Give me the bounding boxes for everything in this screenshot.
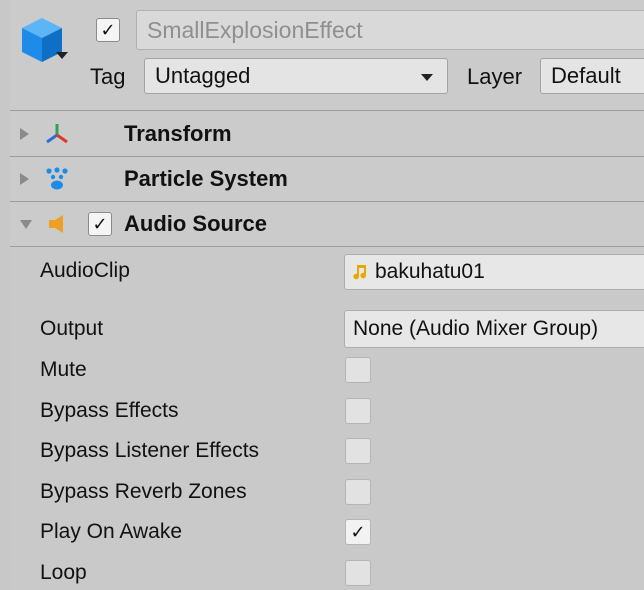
play-on-awake-label: Play On Awake <box>40 520 183 543</box>
gameobject-name-input[interactable]: SmallExplosionEffect <box>136 10 644 50</box>
mute-label: Mute <box>40 358 87 381</box>
component-title: Transform <box>124 121 232 146</box>
foldout-arrow-icon[interactable] <box>20 220 32 229</box>
output-field[interactable]: None (Audio Mixer Group) <box>344 310 644 348</box>
bypass-reverb-zones-label: Bypass Reverb Zones <box>40 480 247 503</box>
bypass-listener-effects-label: Bypass Listener Effects <box>40 439 260 462</box>
foldout-arrow-icon[interactable] <box>20 173 29 185</box>
output-value: None (Audio Mixer Group) <box>353 317 599 340</box>
bypass-reverb-zones-checkbox[interactable] <box>345 479 371 505</box>
tag-label: Tag <box>90 64 126 89</box>
active-checkbox[interactable]: ✓ <box>96 18 120 42</box>
gameobject-header: ✓ SmallExplosionEffect Tag Untagged Laye… <box>10 0 644 111</box>
audioclip-field[interactable]: bakuhatu01 <box>344 254 644 290</box>
audio-source-enabled-checkbox[interactable]: ✓ <box>88 212 112 236</box>
audio-clip-icon <box>353 265 366 280</box>
component-transform[interactable]: Transform <box>10 112 644 157</box>
transform-icon <box>46 124 68 144</box>
foldout-arrow-icon[interactable] <box>20 128 29 140</box>
layer-value: Default <box>551 63 621 88</box>
tag-dropdown[interactable]: Untagged <box>144 58 448 94</box>
particle-system-icon <box>46 167 68 190</box>
component-particle-system[interactable]: Particle System <box>10 157 644 202</box>
tag-value: Untagged <box>155 63 251 88</box>
audioclip-value: bakuhatu01 <box>375 260 485 283</box>
component-title: Audio Source <box>124 211 268 236</box>
audioclip-label: AudioClip <box>40 259 130 282</box>
audio-source-icon <box>49 215 63 233</box>
component-title: Particle System <box>124 166 288 191</box>
mute-checkbox[interactable] <box>345 357 371 383</box>
bypass-effects-checkbox[interactable] <box>345 398 371 424</box>
chevron-down-icon[interactable] <box>56 52 68 59</box>
play-on-awake-checkbox[interactable]: ✓ <box>345 519 371 545</box>
bypass-effects-label: Bypass Effects <box>40 399 179 422</box>
loop-checkbox[interactable] <box>345 560 371 586</box>
loop-label: Loop <box>40 561 87 584</box>
bypass-listener-effects-checkbox[interactable] <box>345 438 371 464</box>
chevron-down-icon <box>421 74 433 81</box>
output-label: Output <box>40 317 104 340</box>
layer-dropdown[interactable]: Default <box>540 58 644 94</box>
layer-label: Layer <box>467 64 523 89</box>
gameobject-cube-icon[interactable] <box>18 14 66 70</box>
component-audio-source[interactable]: ✓ Audio Source <box>10 202 644 247</box>
inspector-panel: ✓ SmallExplosionEffect Tag Untagged Laye… <box>10 0 644 590</box>
